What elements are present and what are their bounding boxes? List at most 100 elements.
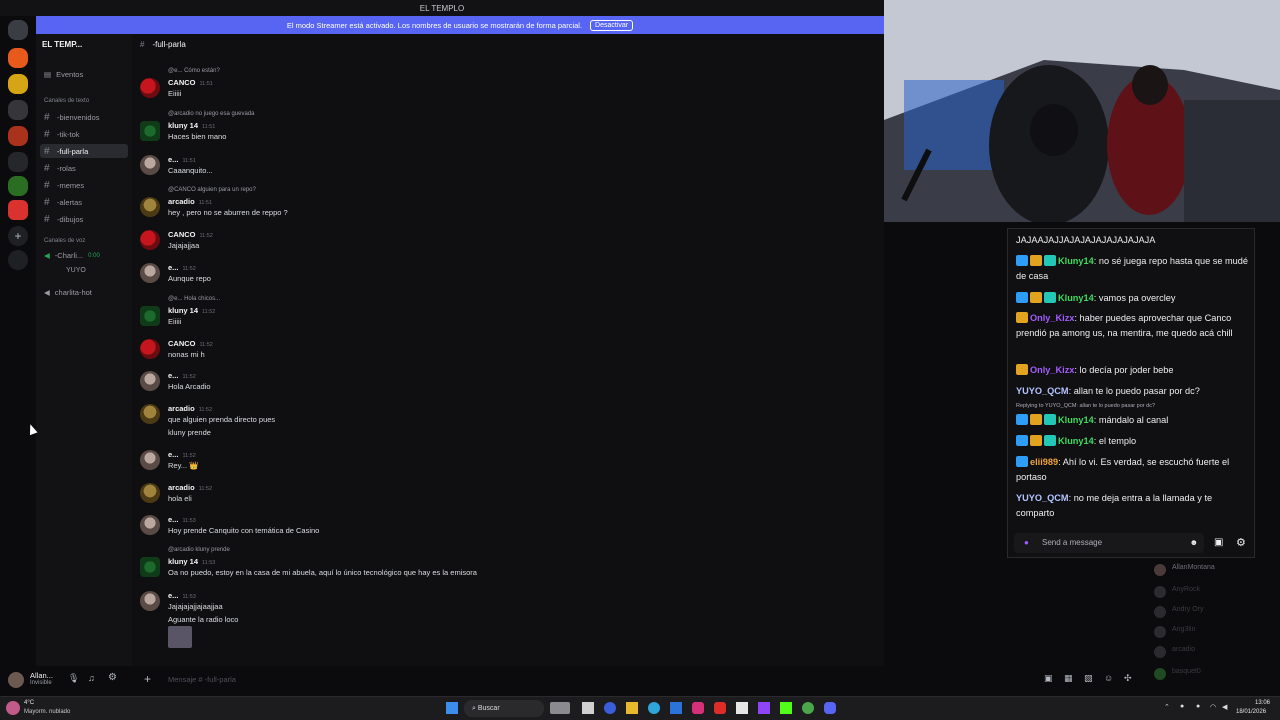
- avatar[interactable]: [140, 591, 160, 611]
- avatar[interactable]: [140, 404, 160, 424]
- file-explorer-icon[interactable]: [626, 702, 638, 714]
- chrome-icon[interactable]: [802, 702, 814, 714]
- task-view-icon[interactable]: [582, 702, 594, 714]
- server-icon[interactable]: [8, 176, 28, 196]
- instagram-icon[interactable]: [692, 702, 704, 714]
- server-icon[interactable]: [8, 74, 28, 94]
- crown-badge-icon: [1030, 255, 1042, 266]
- search-icon: ⌕: [472, 705, 476, 712]
- broadcaster-badge-icon: [1016, 414, 1028, 425]
- tray-icon[interactable]: ●: [1180, 703, 1184, 710]
- gift-icon[interactable]: ▣: [1214, 537, 1223, 548]
- emote-icon[interactable]: ☻: [1190, 533, 1198, 553]
- microphone-icon[interactable]: ●: [1024, 533, 1029, 553]
- avatar[interactable]: [140, 121, 160, 141]
- channel-rolas[interactable]: # -rolas: [44, 163, 76, 174]
- avatar[interactable]: [140, 450, 160, 470]
- crown-badge-icon: [1016, 364, 1028, 375]
- speaker-icon: ◀: [44, 251, 50, 260]
- channel-dibujos[interactable]: # -dibujos: [44, 214, 83, 225]
- headphones-icon[interactable]: ♫: [88, 673, 95, 683]
- avatar[interactable]: [140, 78, 160, 98]
- member-item[interactable]: AllanMontana: [1154, 564, 1215, 576]
- speaker-icon: ◀: [44, 288, 50, 297]
- voice-user[interactable]: YUYO: [66, 267, 86, 274]
- avatar[interactable]: [140, 515, 160, 535]
- chat-input[interactable]: ● Send a message ☻: [1014, 533, 1204, 553]
- voice-channels-category[interactable]: Canales de voz: [44, 238, 85, 244]
- avatar[interactable]: [140, 483, 160, 503]
- mail-icon[interactable]: [670, 702, 682, 714]
- avatar[interactable]: [140, 557, 160, 577]
- chevron-up-icon[interactable]: ⌃: [1164, 703, 1170, 711]
- member-item[interactable]: basquet0: [1154, 668, 1201, 680]
- windows-start-icon[interactable]: [446, 702, 458, 714]
- channel-bienvenidos[interactable]: # -bienvenidos: [44, 112, 100, 123]
- twitch-icon[interactable]: [758, 702, 770, 714]
- webcam-feed: [884, 0, 1280, 222]
- member-item[interactable]: AnyRock: [1154, 586, 1200, 598]
- sticker-image[interactable]: [168, 626, 192, 648]
- microphone-icon[interactable]: 🎙: [68, 673, 79, 684]
- server-icon[interactable]: [8, 48, 28, 68]
- add-attachment-icon[interactable]: +: [144, 672, 151, 686]
- chat-line: Kluny14: no sé juega repo hasta que se m…: [1016, 255, 1249, 281]
- copilot-icon[interactable]: [604, 702, 616, 714]
- gear-icon[interactable]: ⚙: [108, 672, 117, 683]
- add-server-icon[interactable]: +: [8, 226, 28, 246]
- apps-icon[interactable]: ✣: [1124, 673, 1132, 684]
- channel-tik-tok[interactable]: # -tik-tok: [44, 129, 80, 140]
- wifi-icon[interactable]: ◠: [1210, 703, 1216, 711]
- gif-icon[interactable]: ▦: [1064, 673, 1073, 684]
- server-icon[interactable]: [8, 126, 28, 146]
- member-item[interactable]: Ang3lin: [1154, 626, 1195, 638]
- disable-streamer-button[interactable]: Desactivar: [590, 19, 634, 31]
- voice-channel-charlita-hot[interactable]: ◀ charlita-hot: [44, 288, 92, 297]
- youtube-icon[interactable]: [714, 702, 726, 714]
- discord-icon[interactable]: [824, 702, 836, 714]
- emoji-icon[interactable]: ☺: [1104, 673, 1113, 683]
- sticker-icon[interactable]: ▧: [1084, 673, 1093, 684]
- avatar[interactable]: [140, 339, 160, 359]
- explore-icon[interactable]: [8, 250, 28, 270]
- avatar[interactable]: [8, 672, 24, 688]
- avatar[interactable]: [140, 155, 160, 175]
- subscriber-badge-icon: [1044, 414, 1056, 425]
- member-item[interactable]: Andry Ory: [1154, 606, 1204, 618]
- message-input[interactable]: Mensaje # -full-parla: [168, 675, 236, 684]
- avatar[interactable]: [140, 306, 160, 326]
- webcam-image: [884, 0, 1280, 222]
- channel-alertas[interactable]: # -alertas: [44, 197, 82, 208]
- events-item[interactable]: ▤ Eventos: [44, 70, 83, 79]
- microphone-icon[interactable]: ●: [1196, 703, 1200, 710]
- avatar[interactable]: [140, 230, 160, 250]
- avatar[interactable]: [140, 263, 160, 283]
- channel-full-parla[interactable]: # -full-parla: [40, 144, 128, 158]
- user-name[interactable]: Allan...: [30, 671, 53, 680]
- server-icon[interactable]: [8, 100, 28, 120]
- avatar[interactable]: [140, 371, 160, 391]
- taskbar-search[interactable]: ⌕ Buscar: [464, 700, 544, 717]
- chat-line: Kluny14: mándalo al canal: [1016, 413, 1252, 428]
- gear-icon[interactable]: ⚙: [1236, 536, 1246, 549]
- text-channels-category[interactable]: Canales de texto: [44, 98, 89, 104]
- member-item[interactable]: arcadio: [1154, 646, 1195, 658]
- clock-time[interactable]: 13:06: [1240, 700, 1270, 706]
- clock-date[interactable]: 18/01/2026: [1236, 709, 1266, 715]
- gift-icon[interactable]: ▣: [1044, 673, 1053, 684]
- app-icon[interactable]: [550, 702, 570, 714]
- message-composer[interactable]: + Mensaje # -full-parla ▣ ▦ ▧ ☺ ✣: [140, 670, 1140, 692]
- discord-home-icon[interactable]: [8, 20, 28, 40]
- amazon-icon[interactable]: [736, 702, 748, 714]
- server-icon-active[interactable]: [8, 200, 28, 220]
- weather-desc: Mayorm. nublado: [24, 709, 71, 715]
- avatar[interactable]: [140, 197, 160, 217]
- edge-icon[interactable]: [648, 702, 660, 714]
- kick-icon[interactable]: [780, 702, 792, 714]
- server-icon[interactable]: [8, 152, 28, 172]
- weather-icon[interactable]: [6, 701, 20, 715]
- volume-icon[interactable]: ◀: [1222, 703, 1227, 711]
- channel-memes[interactable]: # -memes: [44, 180, 84, 191]
- guild-name[interactable]: EL TEMP...: [42, 40, 82, 49]
- voice-channel-charli[interactable]: ◀ -Charli... 0:00: [44, 251, 100, 260]
